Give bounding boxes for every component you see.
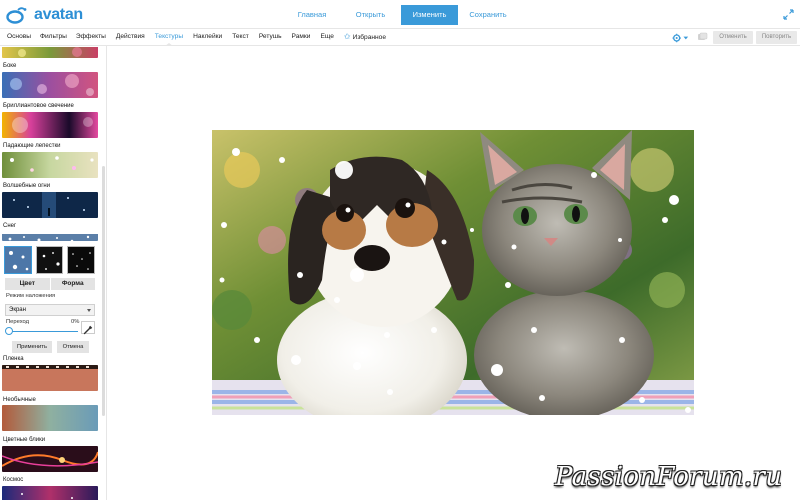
- texture-thumb-snow[interactable]: [2, 231, 98, 241]
- transition-value: 0%: [71, 319, 80, 325]
- main-nav: Главная Открыть Изменить Сохранить: [283, 5, 518, 25]
- eyedropper-button[interactable]: [81, 321, 95, 335]
- snow-variant-3[interactable]: [67, 246, 96, 274]
- blend-mode-label: Режим наложения: [6, 293, 56, 299]
- texture-thumb-space[interactable]: [2, 486, 98, 500]
- snow-variant-2[interactable]: [35, 246, 64, 274]
- texture-thumb-petals[interactable]: [2, 152, 98, 178]
- transition-label: Переход: [6, 319, 30, 325]
- menu-favorites-label: Избранное: [352, 34, 387, 41]
- menu-retouch[interactable]: Ретушь: [259, 29, 282, 45]
- blend-mode-value: Экран: [9, 307, 26, 313]
- nav-edit[interactable]: Изменить: [401, 5, 458, 25]
- chevron-down-icon: [87, 309, 91, 312]
- logo-icon: [6, 6, 27, 24]
- panel-scrollbar[interactable]: [102, 166, 105, 416]
- cancel-button[interactable]: Отмена: [57, 341, 89, 353]
- transition-slider-knob[interactable]: [5, 327, 13, 335]
- texture-label-color-flares: Цветные блики: [3, 437, 46, 443]
- menu-actions[interactable]: Действия: [116, 29, 145, 45]
- menu-frames[interactable]: Рамки: [292, 29, 311, 45]
- menu-more[interactable]: Еще: [320, 29, 333, 45]
- texture-thumb-magic-lights[interactable]: [2, 192, 98, 218]
- menu-stickers[interactable]: Наклейки: [193, 29, 222, 45]
- blend-mode-select[interactable]: Экран: [5, 304, 95, 316]
- watermark: PassionForum.ru: [555, 462, 783, 492]
- texture-thumb-unusual[interactable]: [2, 405, 98, 431]
- star-icon: ✩: [343, 32, 351, 41]
- nav-open[interactable]: Открыть: [341, 5, 400, 25]
- menu-bar: Основы Фильтры Эффекты Действия Текстуры…: [0, 29, 800, 46]
- apply-button[interactable]: Применить: [12, 341, 52, 353]
- texture-label-unusual: Необычные: [3, 397, 36, 403]
- logo-text: avatan: [34, 6, 83, 23]
- nav-save[interactable]: Сохранить: [458, 5, 518, 25]
- eyedropper-icon: [83, 325, 93, 335]
- texture-thumb-diamond[interactable]: [2, 112, 98, 138]
- chevron-down-icon: [683, 36, 689, 39]
- logo[interactable]: avatan: [6, 5, 83, 25]
- menu-filters[interactable]: Фильтры: [40, 29, 67, 45]
- texture-label-film: Пленка: [3, 356, 24, 362]
- fullscreen-icon[interactable]: [783, 9, 794, 20]
- menu-textures[interactable]: Текстуры: [155, 29, 183, 46]
- texture-label-diamond: Бриллиантовое свечение: [3, 103, 74, 109]
- snow-variant-1[interactable]: [4, 246, 32, 274]
- settings-gear-icon: [672, 33, 681, 42]
- top-bar: avatan Главная Открыть Изменить Сохранит…: [0, 0, 800, 29]
- texture-label-petals: Падающие лепестки: [3, 143, 61, 149]
- tab-color[interactable]: Цвет: [5, 278, 50, 290]
- transition-slider-track[interactable]: [9, 331, 78, 332]
- texture-panel: Боке Бриллиантовое свечение Падающие леп…: [0, 46, 107, 500]
- redo-button[interactable]: Повторить: [756, 31, 797, 44]
- edited-photo[interactable]: [212, 130, 694, 415]
- settings-dropdown[interactable]: [672, 32, 689, 43]
- menu-favorites[interactable]: ✩ Избранное: [344, 29, 386, 45]
- snow-variants: [4, 246, 96, 275]
- texture-thumb-film[interactable]: [2, 365, 98, 391]
- menu-effects[interactable]: Эффекты: [76, 29, 106, 45]
- menu-text[interactable]: Текст: [232, 29, 249, 45]
- history-icon[interactable]: [697, 32, 708, 42]
- undo-button[interactable]: Отменить: [713, 31, 753, 44]
- texture-thumb-color-flares[interactable]: [2, 446, 98, 472]
- texture-thumb-top[interactable]: [2, 46, 98, 58]
- snow-tabs: Цвет Форма: [5, 278, 95, 290]
- texture-label-snow: Снег: [3, 223, 17, 229]
- texture-label-magic-lights: Волшебные огни: [3, 183, 51, 189]
- tab-shape[interactable]: Форма: [50, 278, 95, 290]
- menu-basics[interactable]: Основы: [7, 29, 31, 45]
- tool-menu: Основы Фильтры Эффекты Действия Текстуры…: [0, 29, 386, 46]
- texture-label-bokeh: Боке: [3, 63, 17, 69]
- texture-thumb-bokeh[interactable]: [2, 72, 98, 98]
- nav-home[interactable]: Главная: [283, 5, 341, 25]
- texture-label-space: Космос: [3, 477, 24, 483]
